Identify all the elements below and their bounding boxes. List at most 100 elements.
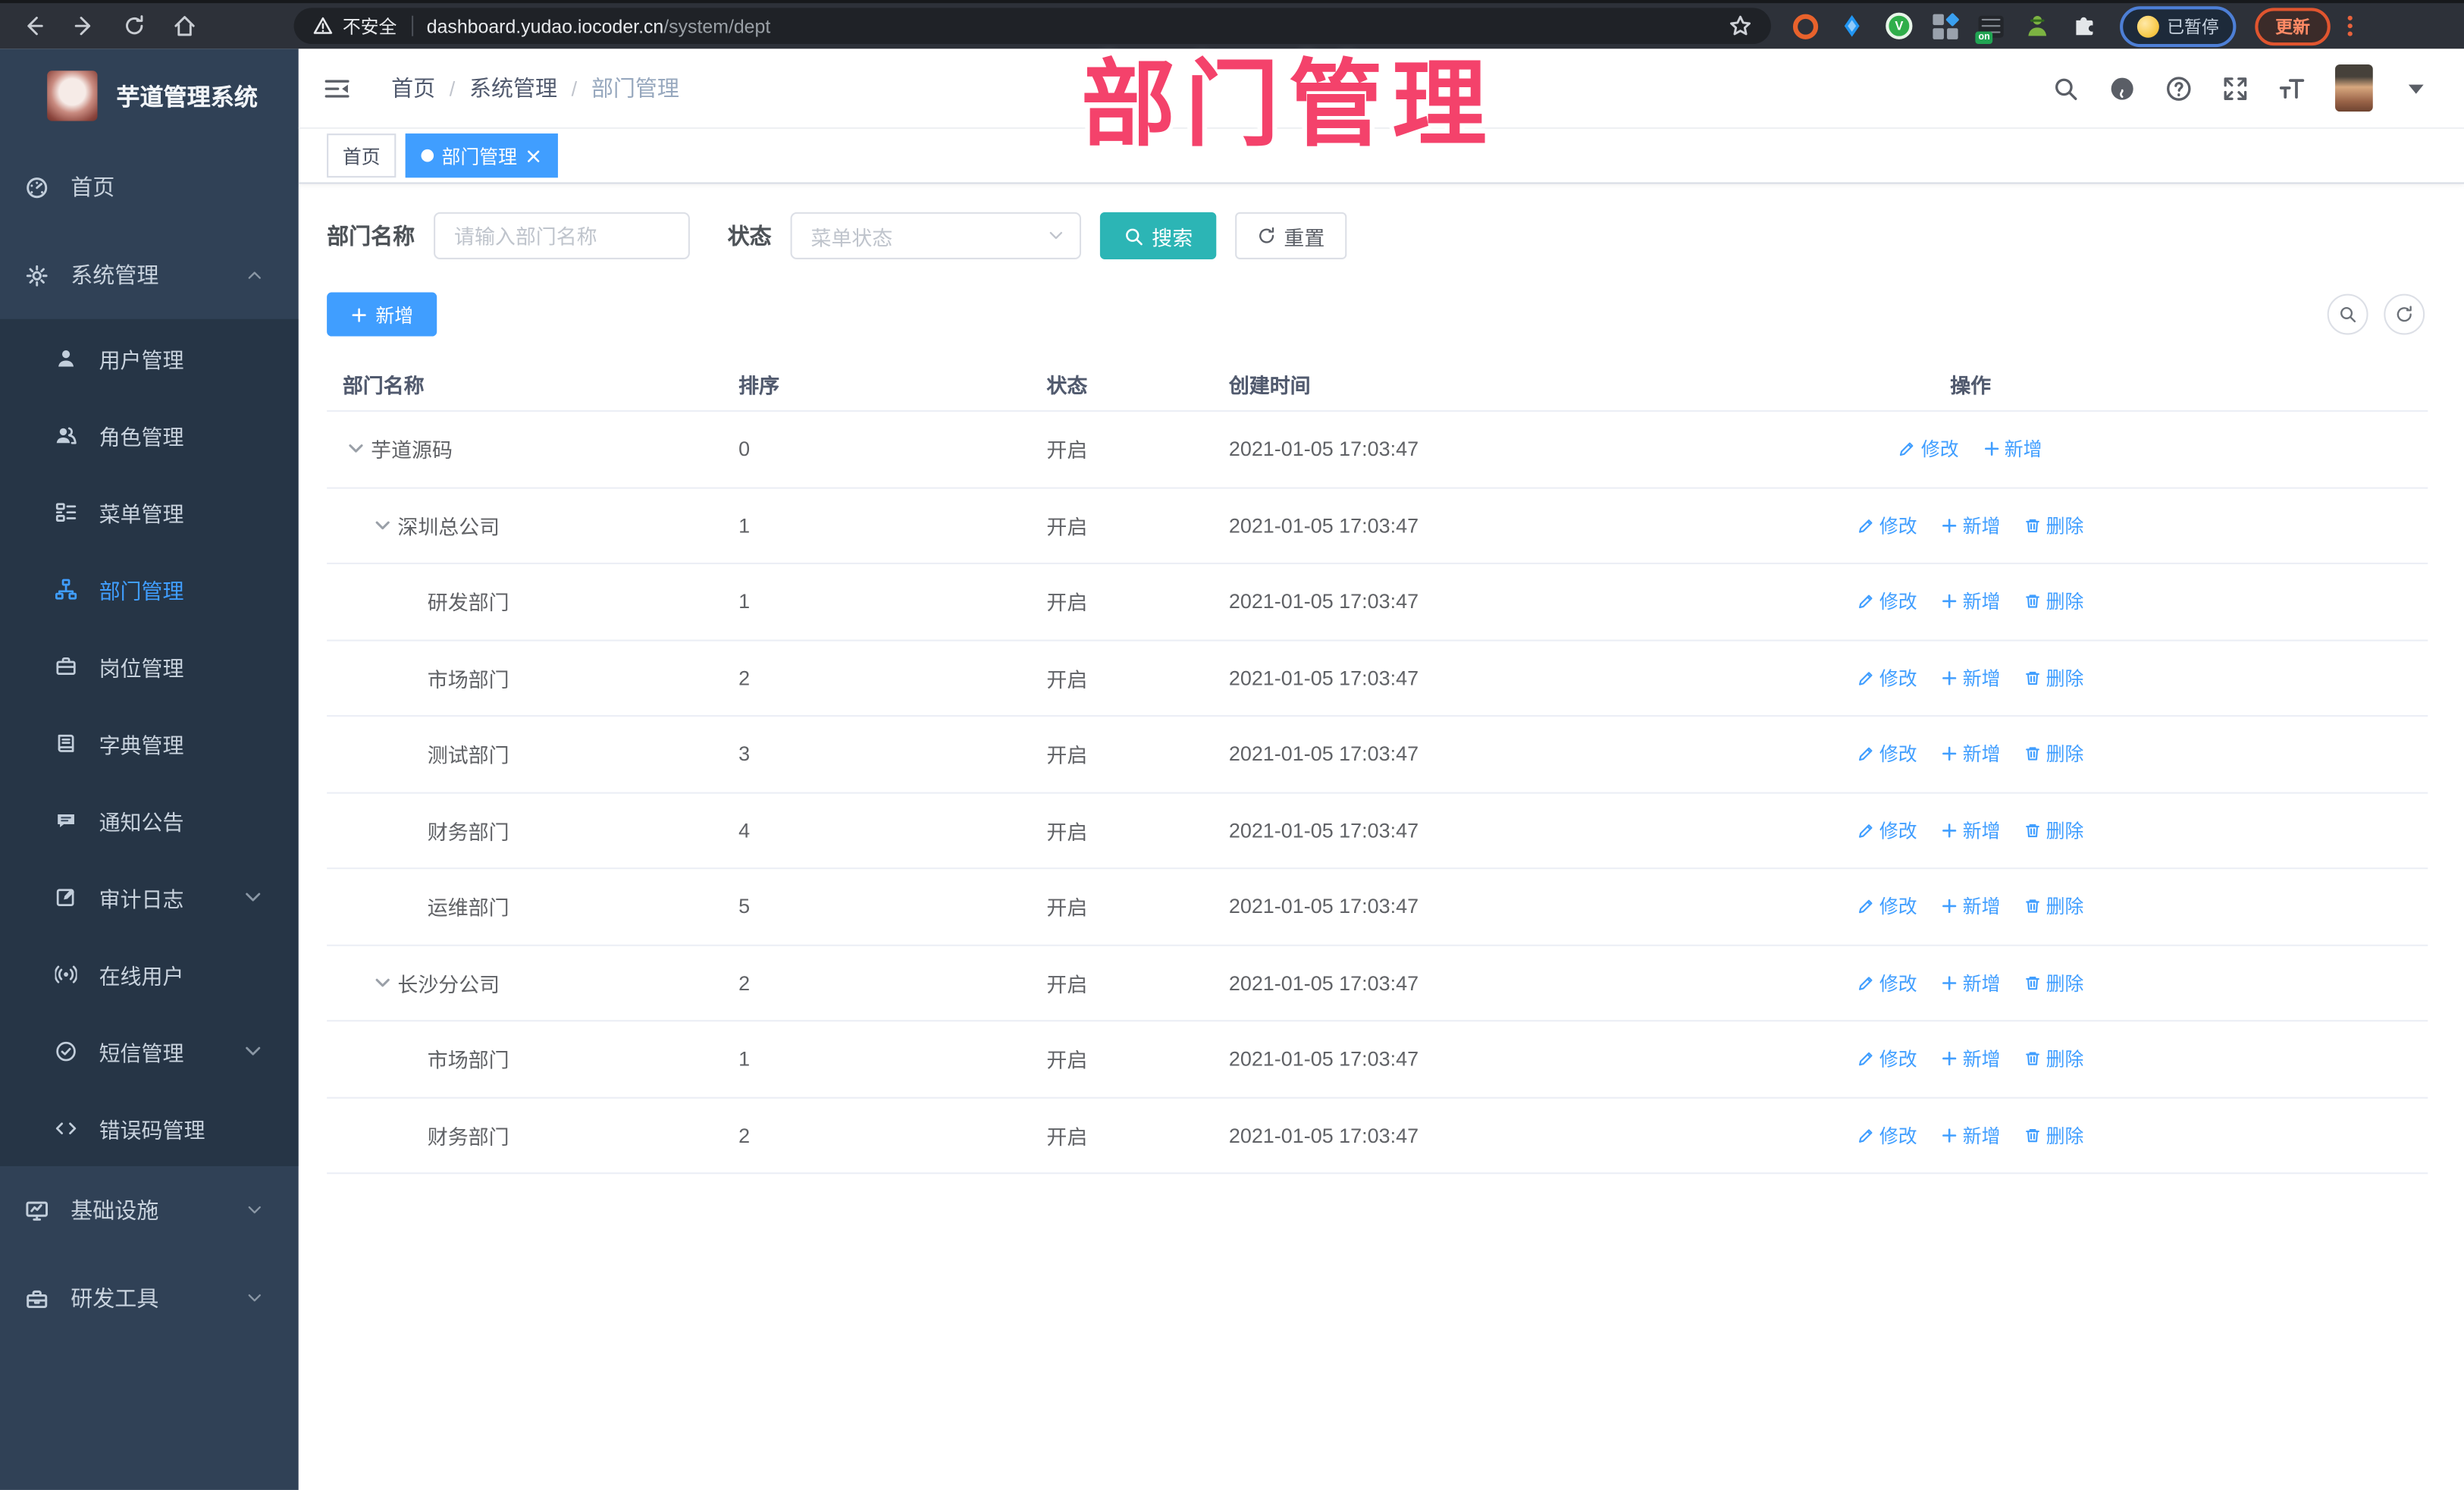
cell-dept-name: 测试部门 — [427, 743, 509, 767]
row-action-edit[interactable]: 修改 — [1857, 893, 1917, 920]
security-indicator[interactable]: 不安全 — [312, 14, 397, 39]
row-action-add[interactable]: 新增 — [1941, 1121, 2001, 1148]
chevron-down-icon — [242, 886, 264, 908]
tab-首页[interactable]: 首页 — [327, 133, 397, 178]
bookmark-star-icon[interactable] — [1729, 14, 1752, 38]
sidebar-item-12[interactable]: 错误码管理 — [0, 1089, 299, 1166]
hamburger-icon[interactable] — [324, 74, 350, 101]
row-action-add[interactable]: 新增 — [1941, 969, 2001, 996]
active-dot-icon — [421, 149, 434, 162]
grid-ext-icon[interactable] — [1933, 11, 1960, 39]
list-on-ext-icon[interactable]: on — [1975, 14, 2004, 43]
sidebar-item-2[interactable]: 用户管理 — [0, 319, 299, 397]
refresh-table-button[interactable] — [2384, 293, 2425, 335]
table-row[interactable]: 运维部门 5 开启 2021-01-05 17:03:47 修改 新增 删除 — [327, 869, 2428, 946]
search-button[interactable]: 搜索 — [1099, 212, 1217, 259]
sidebar-item-7[interactable]: 字典管理 — [0, 704, 299, 782]
table-row[interactable]: 财务部门 4 开启 2021-01-05 17:03:47 修改 新增 删除 — [327, 793, 2428, 870]
table-row[interactable]: 市场部门 2 开启 2021-01-05 17:03:47 修改 新增 删除 — [327, 641, 2428, 717]
table-row[interactable]: 长沙分公司 2 开启 2021-01-05 17:03:47 修改 新增 删除 — [327, 946, 2428, 1022]
row-action-add[interactable]: 新增 — [1983, 436, 2042, 463]
row-action-delete[interactable]: 删除 — [2024, 588, 2083, 615]
row-action-edit[interactable]: 修改 — [1857, 664, 1917, 691]
row-action-add[interactable]: 新增 — [1941, 741, 2001, 767]
row-action-edit[interactable]: 修改 — [1857, 512, 1917, 538]
row-action-edit[interactable]: 修改 — [1899, 436, 1959, 463]
row-action-edit[interactable]: 修改 — [1857, 1121, 1917, 1148]
tree-expand-icon[interactable] — [346, 439, 366, 460]
back-icon[interactable] — [22, 14, 45, 38]
row-action-edit[interactable]: 修改 — [1857, 1046, 1917, 1072]
show-search-button[interactable] — [2327, 293, 2368, 335]
reload-icon[interactable] — [123, 14, 146, 38]
sidebar-item-11[interactable]: 短信管理 — [0, 1012, 299, 1090]
sidebar-item-8[interactable]: 通知公告 — [0, 781, 299, 858]
breadcrumb-item[interactable]: 系统管理 — [469, 72, 557, 103]
row-action-delete[interactable]: 删除 — [2024, 1121, 2083, 1148]
add-button[interactable]: 新增 — [327, 292, 437, 337]
row-action-edit[interactable]: 修改 — [1857, 588, 1917, 615]
sidebar-item-9[interactable]: 审计日志 — [0, 858, 299, 936]
sidebar-item-4[interactable]: 菜单管理 — [0, 473, 299, 551]
paused-pill[interactable]: 已暂停 — [2120, 5, 2237, 47]
github-icon[interactable] — [2109, 74, 2136, 101]
fullscreen-icon[interactable] — [2222, 74, 2249, 101]
fontsize-icon[interactable] — [2278, 74, 2305, 101]
row-action-delete[interactable]: 删除 — [2024, 664, 2083, 691]
drop-ext-icon[interactable] — [1839, 13, 1865, 39]
browser-nav — [22, 14, 196, 38]
row-action-delete[interactable]: 删除 — [2024, 817, 2083, 843]
table-row[interactable]: 深圳总公司 1 开启 2021-01-05 17:03:47 修改 新增 删除 — [327, 488, 2428, 565]
row-action-delete[interactable]: 删除 — [2024, 969, 2083, 996]
sidebar-item-14[interactable]: 研发工具 — [0, 1254, 299, 1342]
close-icon[interactable] — [525, 147, 542, 165]
puzzle-ext-icon[interactable] — [2071, 13, 2098, 39]
table-row[interactable]: 研发部门 1 开启 2021-01-05 17:03:47 修改 新增 删除 — [327, 564, 2428, 641]
caret-down-icon[interactable] — [2403, 74, 2429, 101]
breadcrumb-item[interactable]: 首页 — [391, 72, 435, 103]
table-row[interactable]: 测试部门 3 开启 2021-01-05 17:03:47 修改 新增 删除 — [327, 717, 2428, 793]
row-action-edit[interactable]: 修改 — [1857, 817, 1917, 843]
sidebar-item-0[interactable]: 首页 — [0, 143, 299, 231]
row-action-add[interactable]: 新增 — [1941, 512, 2001, 538]
row-action-delete[interactable]: 删除 — [2024, 741, 2083, 767]
row-action-delete[interactable]: 删除 — [2024, 893, 2083, 920]
sidebar-item-10[interactable]: 在线用户 — [0, 935, 299, 1012]
cell-actions: 修改 新增 — [1704, 436, 2238, 463]
row-action-delete[interactable]: 删除 — [2024, 1046, 2083, 1072]
home-icon[interactable] — [173, 14, 196, 38]
green-check-ext-icon[interactable]: V — [1886, 12, 1913, 39]
table-row[interactable]: 财务部门 2 开启 2021-01-05 17:03:47 修改 新增 删除 — [327, 1098, 2428, 1175]
user-avatar[interactable] — [2335, 64, 2373, 112]
table-row[interactable]: 市场部门 1 开启 2021-01-05 17:03:47 修改 新增 删除 — [327, 1021, 2428, 1098]
tree-expand-icon[interactable] — [372, 972, 393, 993]
sidebar-item-13[interactable]: 基础设施 — [0, 1166, 299, 1254]
spy-ext-icon[interactable] — [2024, 13, 2051, 39]
row-action-add[interactable]: 新增 — [1941, 588, 2001, 615]
sidebar-item-3[interactable]: 角色管理 — [0, 396, 299, 473]
row-action-add[interactable]: 新增 — [1941, 893, 2001, 920]
search-icon[interactable] — [2052, 74, 2079, 101]
tab-部门管理[interactable]: 部门管理 — [405, 133, 558, 178]
row-action-edit[interactable]: 修改 — [1857, 741, 1917, 767]
address-bar[interactable]: 不安全 dashboard.yudao.iocoder.cn/system/de… — [293, 8, 1771, 45]
table-row[interactable]: 芋道源码 0 开启 2021-01-05 17:03:47 修改 新增 — [327, 412, 2428, 488]
target-ext-icon[interactable] — [1792, 13, 1819, 39]
sidebar-item-1[interactable]: 系统管理 — [0, 231, 299, 319]
status-select[interactable]: 菜单状态 — [790, 212, 1082, 259]
sidebar-item-6[interactable]: 岗位管理 — [0, 627, 299, 704]
row-action-add[interactable]: 新增 — [1941, 817, 2001, 843]
dept-name-input[interactable] — [434, 212, 690, 259]
browser-menu-icon[interactable] — [2347, 15, 2353, 36]
reset-button[interactable]: 重置 — [1235, 212, 1347, 259]
row-action-add[interactable]: 新增 — [1941, 1046, 2001, 1072]
sidebar-item-5[interactable]: 部门管理 — [0, 550, 299, 627]
row-action-delete[interactable]: 删除 — [2024, 512, 2083, 538]
question-icon[interactable] — [2165, 74, 2192, 101]
tree-expand-icon[interactable] — [372, 515, 393, 535]
forward-icon[interactable] — [72, 14, 96, 38]
sidebar-logo-row[interactable]: 芋道管理系统 — [0, 49, 299, 143]
row-action-edit[interactable]: 修改 — [1857, 969, 1917, 996]
row-action-add[interactable]: 新增 — [1941, 664, 2001, 691]
update-button[interactable]: 更新 — [2255, 7, 2331, 45]
